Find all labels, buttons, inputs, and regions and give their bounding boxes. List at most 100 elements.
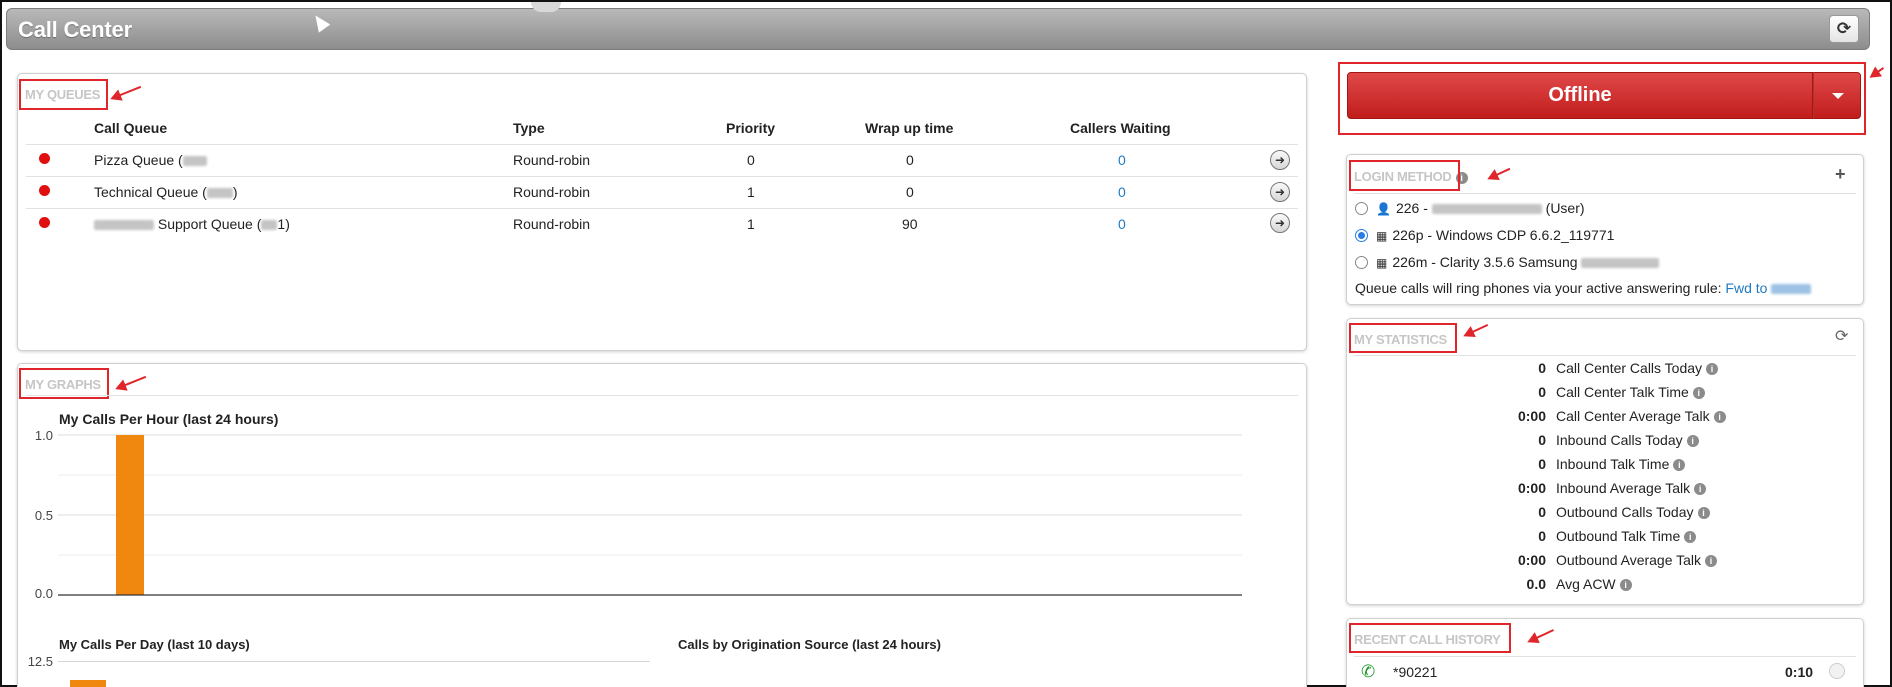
login-title-highlight: [1349, 160, 1460, 191]
stat-value: 0: [1538, 360, 1546, 376]
queue-status-dot: [39, 153, 50, 164]
stat-value: 0:00: [1517, 408, 1546, 424]
stat-value: 0:00: [1517, 552, 1546, 568]
queue-wrap-up: 90: [902, 216, 918, 232]
per-day-bar: [70, 680, 106, 687]
info-icon[interactable]: i: [1686, 435, 1699, 448]
app-header: Call Center ⟳: [6, 2, 1870, 50]
stat-label: Outbound Calls Today i: [1556, 504, 1710, 520]
stat-value: 0: [1538, 456, 1546, 472]
stat-label: Inbound Calls Today i: [1556, 432, 1699, 448]
queues-panel: [17, 73, 1307, 351]
chart-bar: [116, 435, 144, 595]
call-history-number[interactable]: *90221: [1393, 664, 1437, 680]
stat-label: Inbound Average Talk i: [1556, 480, 1707, 496]
queue-priority: 0: [747, 152, 755, 168]
col-header-type: Type: [513, 120, 545, 136]
queue-wrap-up: 0: [906, 152, 914, 168]
info-icon[interactable]: i: [1713, 411, 1726, 424]
table-divider: [26, 176, 1298, 177]
queue-status-dot: [39, 217, 50, 228]
stat-label: Inbound Talk Time i: [1556, 456, 1686, 472]
call-history-divider: [1354, 656, 1856, 657]
header-notch: [531, 2, 561, 12]
info-icon[interactable]: i: [1697, 507, 1710, 520]
col-header-call-queue: Call Queue: [94, 120, 168, 136]
table-divider: [26, 208, 1298, 209]
stat-label: Avg ACW i: [1556, 576, 1632, 592]
queues-title-highlight: [19, 79, 108, 110]
col-header-wrap-up: Wrap up time: [865, 120, 954, 136]
info-icon[interactable]: i: [1673, 459, 1686, 472]
queue-name[interactable]: Pizza Queue (: [94, 152, 207, 168]
queue-login-button[interactable]: ➜: [1270, 182, 1290, 202]
call-history-duration: 0:10: [1785, 664, 1814, 680]
login-option-label[interactable]: ▦ 226m - Clarity 3.5.6 Samsung: [1376, 254, 1660, 270]
graphs-divider: [26, 395, 1298, 396]
per-day-gridline: [58, 661, 650, 662]
chart-title-origination: Calls by Origination Source (last 24 hou…: [678, 637, 941, 652]
statistics-refresh-icon[interactable]: ⟳: [1835, 326, 1848, 346]
offline-status-button[interactable]: Offline: [1347, 72, 1813, 119]
page-title: Call Center: [18, 17, 132, 42]
stat-label: Outbound Talk Time i: [1556, 528, 1697, 544]
queue-priority: 1: [747, 216, 755, 232]
stat-value: 0: [1538, 384, 1546, 400]
queue-priority: 1: [747, 184, 755, 200]
y-tick-label: 12.5: [27, 654, 53, 669]
login-option-label[interactable]: ▦ 226p - Windows CDP 6.6.2_119771: [1376, 227, 1614, 243]
queue-login-button[interactable]: ➜: [1270, 213, 1290, 233]
login-option-radio[interactable]: [1355, 202, 1368, 215]
login-option-label[interactable]: 👤 226 - (User): [1376, 200, 1585, 216]
answering-rule-link[interactable]: Fwd to: [1725, 280, 1771, 296]
refresh-icon: ⟳: [1836, 19, 1852, 38]
status-dropdown-button[interactable]: [1813, 72, 1861, 119]
queue-status-dot: [39, 185, 50, 196]
chart-title-per-hour: My Calls Per Hour (last 24 hours): [59, 411, 279, 427]
sign-in-icon: ➜: [1274, 153, 1286, 167]
info-icon[interactable]: i: [1684, 531, 1697, 544]
phone-icon: ▦: [1376, 229, 1388, 243]
login-divider: [1354, 193, 1856, 194]
login-option-radio[interactable]: [1355, 256, 1368, 269]
queue-callers-waiting[interactable]: 0: [1118, 152, 1126, 168]
call-details-icon[interactable]: [1829, 663, 1845, 679]
refresh-button[interactable]: ⟳: [1829, 15, 1859, 43]
stat-label: Call Center Talk Time i: [1556, 384, 1705, 400]
stat-value: 0: [1538, 504, 1546, 520]
y-tick-label: 0.0: [34, 586, 53, 601]
stat-value: 0: [1538, 432, 1546, 448]
info-icon[interactable]: i: [1694, 483, 1707, 496]
info-icon[interactable]: i: [1692, 387, 1705, 400]
user-icon: 👤: [1376, 202, 1391, 216]
stat-label: Outbound Average Talk i: [1556, 552, 1718, 568]
table-divider: [26, 144, 1298, 145]
queue-callers-waiting[interactable]: 0: [1118, 184, 1126, 200]
col-header-callers-waiting: Callers Waiting: [1070, 120, 1171, 136]
queue-login-button[interactable]: ➜: [1270, 150, 1290, 170]
stat-label: Call Center Average Talk i: [1556, 408, 1726, 424]
queue-callers-waiting[interactable]: 0: [1118, 216, 1126, 232]
sign-in-icon: ➜: [1274, 185, 1286, 199]
phone-call-icon: ✆: [1361, 662, 1376, 681]
stat-value: 0.0: [1526, 576, 1546, 592]
info-icon[interactable]: i: [1619, 579, 1632, 592]
sign-in-icon: ➜: [1274, 216, 1286, 230]
stat-value: 0:00: [1517, 480, 1546, 496]
statistics-title-highlight: [1349, 323, 1457, 353]
queue-wrap-up: 0: [906, 184, 914, 200]
info-icon[interactable]: i: [1705, 555, 1718, 568]
queue-type: Round-robin: [513, 184, 591, 200]
queue-type: Round-robin: [513, 216, 591, 232]
queue-type: Round-robin: [513, 152, 591, 168]
login-option-radio-selected[interactable]: [1355, 229, 1368, 242]
answering-rule-text: Queue calls will ring phones via your ac…: [1355, 280, 1812, 296]
add-login-icon[interactable]: +: [1835, 164, 1846, 185]
queue-name[interactable]: Technical Queue (): [94, 184, 238, 200]
call-history-title-highlight: [1349, 623, 1511, 653]
info-icon[interactable]: i: [1706, 363, 1719, 376]
stat-value: 0: [1538, 528, 1546, 544]
queue-name[interactable]: Support Queue (1): [94, 216, 290, 232]
calls-per-hour-chart: [58, 434, 1242, 596]
phone-icon: ▦: [1376, 256, 1388, 270]
